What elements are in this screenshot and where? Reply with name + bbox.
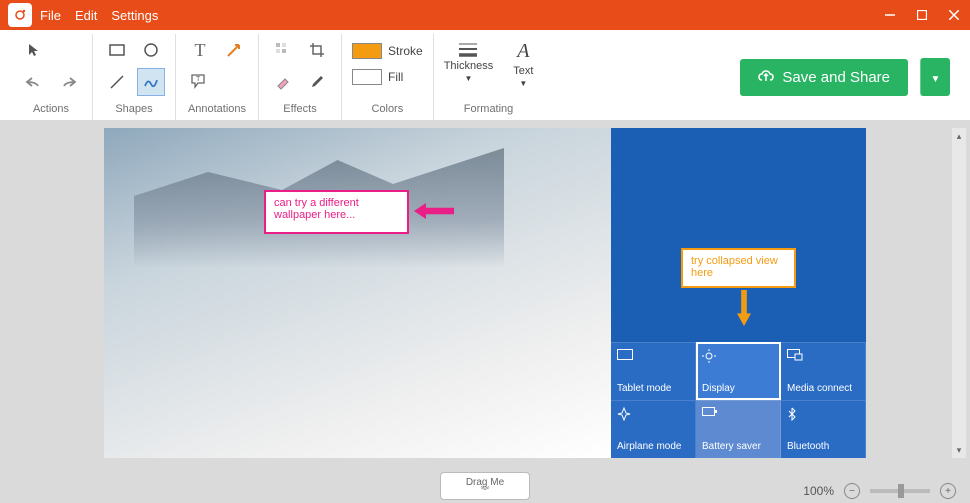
chevron-down-icon: ▼ <box>464 74 472 83</box>
tile-bluetooth[interactable]: Bluetooth <box>781 400 866 458</box>
windows-action-center: Tablet mode Display Media connect Airpla… <box>611 128 866 458</box>
tile-display[interactable]: Display <box>696 342 781 400</box>
annotation-orange-box[interactable]: try collapsed view here <box>681 248 796 288</box>
scroll-up-icon[interactable]: ▴ <box>952 128 966 144</box>
save-share-button[interactable]: Save and Share <box>740 59 908 96</box>
redo-icon[interactable] <box>54 68 82 96</box>
undo-icon[interactable] <box>20 68 48 96</box>
group-label-actions: Actions <box>33 100 69 118</box>
group-label-effects: Effects <box>283 100 316 118</box>
tablet-icon <box>617 349 633 361</box>
group-label-shapes: Shapes <box>115 100 152 118</box>
tile-media-connect[interactable]: Media connect <box>781 342 866 400</box>
close-button[interactable] <box>938 0 970 30</box>
annotation-pink-box[interactable]: can try a different wallpaper here... <box>264 190 409 234</box>
crop-tool-icon[interactable] <box>303 36 331 64</box>
thickness-label: Thickness <box>444 60 494 72</box>
scroll-down-icon[interactable]: ▾ <box>952 442 966 458</box>
menu-edit[interactable]: Edit <box>75 8 97 23</box>
group-label-formatting: Formating <box>464 100 514 118</box>
zoom-slider[interactable] <box>870 489 930 493</box>
freehand-shape-icon[interactable] <box>137 68 165 96</box>
eraser-icon[interactable] <box>269 68 297 96</box>
menu-settings[interactable]: Settings <box>111 8 158 23</box>
text-format-dropdown[interactable]: A Text ▼ <box>513 40 533 88</box>
editor-canvas[interactable]: Tablet mode Display Media connect Airpla… <box>104 128 866 458</box>
stroke-swatch[interactable] <box>352 43 382 59</box>
save-dropdown-button[interactable]: ▼ <box>920 58 950 96</box>
text-label: Text <box>513 65 533 77</box>
cursor-tool-icon[interactable] <box>20 36 48 64</box>
minimize-button[interactable] <box>874 0 906 30</box>
tile-airplane-mode[interactable]: Airplane mode <box>611 400 696 458</box>
callout-tool-icon[interactable]: T <box>186 68 214 96</box>
blur-effect-icon[interactable] <box>269 36 297 64</box>
text-tool-icon[interactable]: T <box>186 36 214 64</box>
zoom-out-button[interactable]: − <box>844 483 860 499</box>
cloud-upload-icon <box>758 69 774 85</box>
chevron-down-icon: ▼ <box>519 79 527 88</box>
airplane-icon <box>617 407 631 421</box>
arrow-tool-icon[interactable] <box>220 36 248 64</box>
brightness-icon <box>702 349 716 363</box>
chevron-down-double-icon: ︾ <box>480 488 489 495</box>
group-label-annotations: Annotations <box>188 100 246 118</box>
svg-text:T: T <box>196 76 201 83</box>
drag-handle[interactable]: Drag Me ︾ <box>440 472 530 500</box>
fill-swatch[interactable] <box>352 69 382 85</box>
line-shape-icon[interactable] <box>103 68 131 96</box>
color-picker-icon[interactable] <box>303 68 331 96</box>
stroke-label: Stroke <box>388 44 423 58</box>
zoom-in-button[interactable]: + <box>940 483 956 499</box>
fill-label: Fill <box>388 70 403 84</box>
group-label-colors: Colors <box>371 100 403 118</box>
save-label: Save and Share <box>782 69 890 86</box>
tile-tablet-mode[interactable]: Tablet mode <box>611 342 696 400</box>
tile-battery-saver[interactable]: Battery saver <box>696 400 781 458</box>
background-image <box>104 128 611 458</box>
rectangle-shape-icon[interactable] <box>103 36 131 64</box>
app-logo <box>8 3 32 27</box>
vertical-scrollbar[interactable]: ▴ ▾ <box>952 128 966 458</box>
zoom-percent: 100% <box>803 484 834 498</box>
battery-icon <box>702 407 718 417</box>
maximize-button[interactable] <box>906 0 938 30</box>
cast-icon <box>787 349 803 361</box>
thickness-dropdown[interactable]: Thickness ▼ <box>444 40 494 83</box>
circle-shape-icon[interactable] <box>137 36 165 64</box>
chevron-down-icon: ▼ <box>931 74 941 85</box>
menu-file[interactable]: File <box>40 8 61 23</box>
bluetooth-icon <box>787 407 797 421</box>
